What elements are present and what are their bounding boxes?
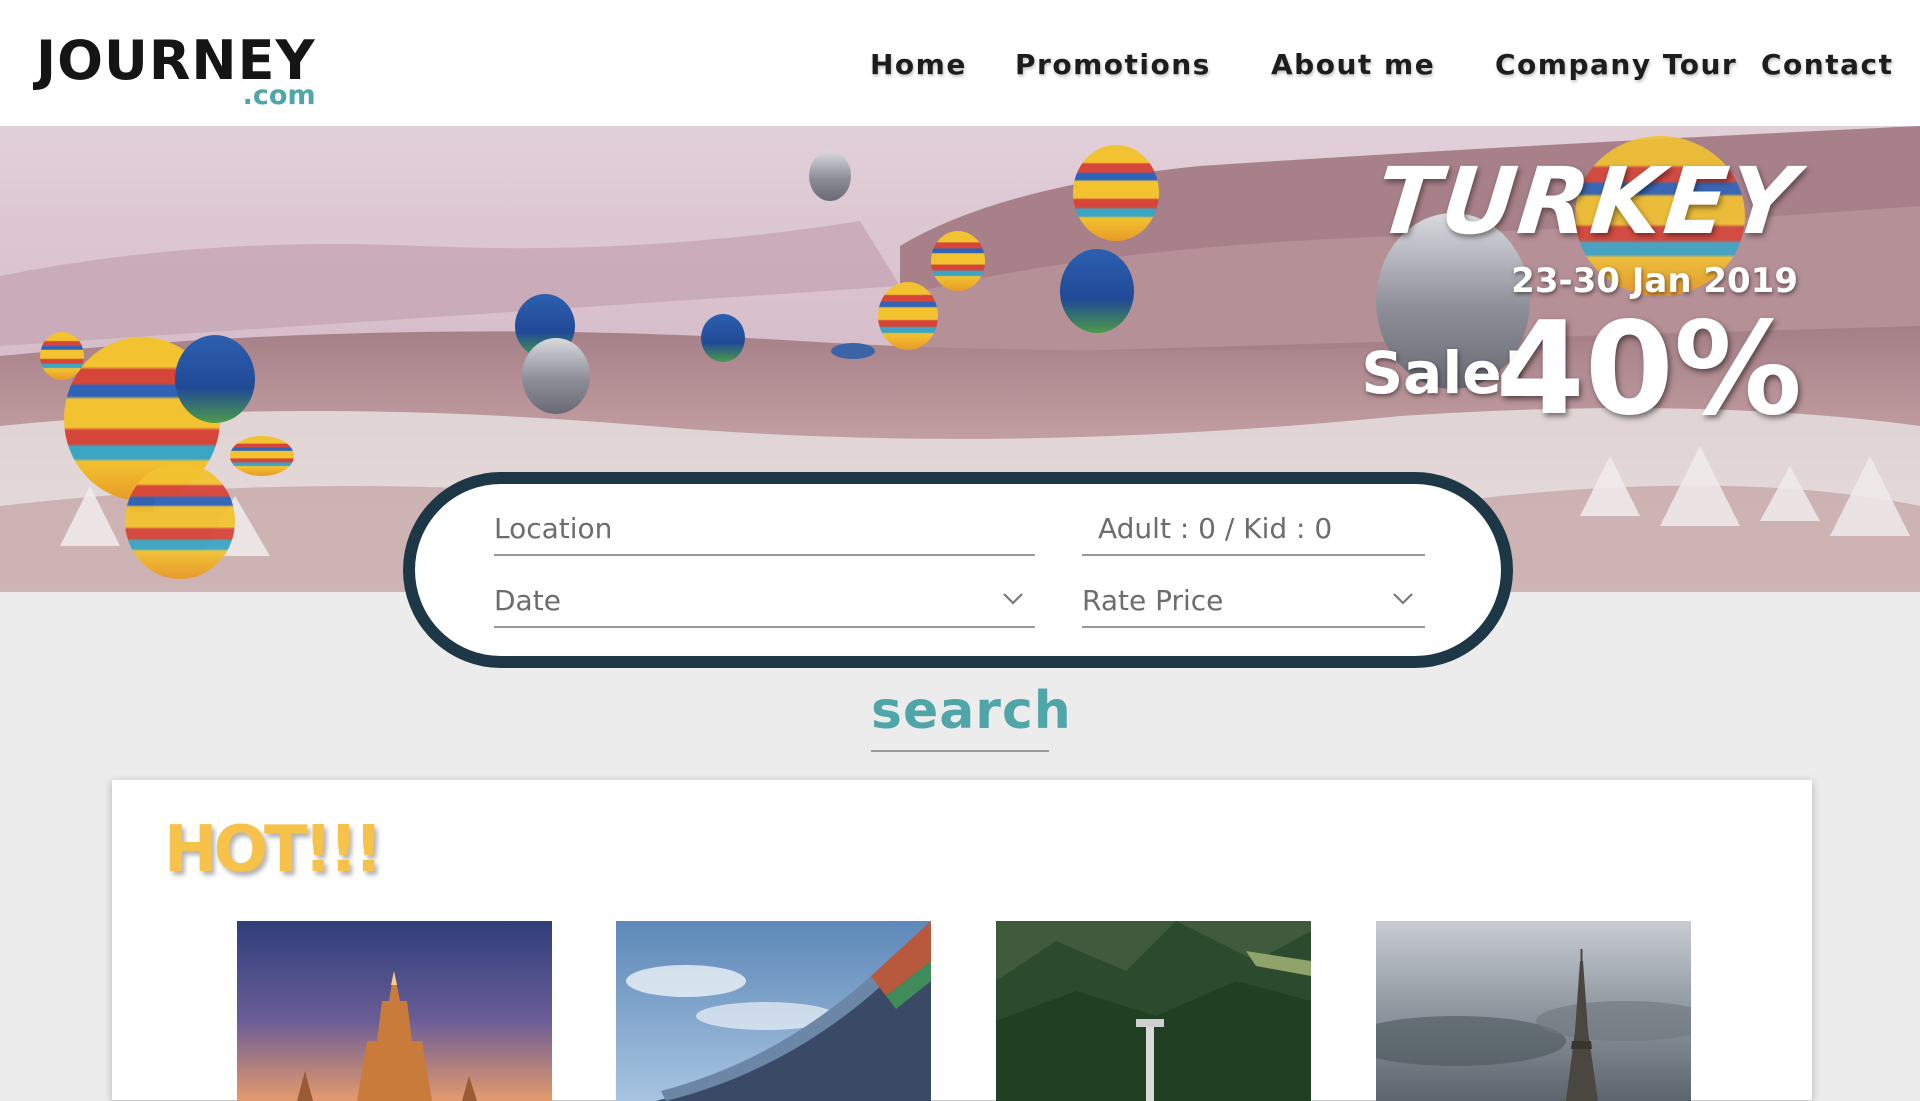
nav-contact[interactable]: Contact [1761, 48, 1893, 81]
nav-promotions[interactable]: Promotions [1015, 48, 1211, 81]
date-select[interactable]: Date [494, 574, 1035, 628]
destination-thumb-eiffel[interactable] [1376, 921, 1691, 1101]
forest-image [996, 921, 1311, 1101]
search-panel: Location Adult : 0 / Kid : 0 Date Rate P… [403, 472, 1513, 668]
destination-thumb-forest[interactable] [996, 921, 1311, 1101]
rate-price-placeholder: Rate Price [1082, 584, 1224, 617]
search-button[interactable]: search [871, 680, 1071, 752]
pagoda-image [616, 921, 931, 1101]
nav-company-tour[interactable]: Company Tour [1495, 48, 1737, 81]
eiffel-tower-image [1376, 921, 1691, 1101]
nav-home[interactable]: Home [870, 48, 967, 81]
temple-image [237, 921, 552, 1101]
promo-dates: 23-30 Jan 2019 [1511, 261, 1798, 301]
destination-thumb-pagoda[interactable] [616, 921, 931, 1101]
promo-destination: TURKEY [1371, 148, 1804, 255]
location-placeholder: Location [494, 512, 613, 545]
site-header: JOURNEY .com Home Promotions About me Co… [0, 0, 1920, 126]
site-logo[interactable]: JOURNEY .com [36, 34, 316, 110]
chevron-down-icon[interactable] [1001, 586, 1025, 610]
nav-about-me[interactable]: About me [1271, 48, 1435, 81]
chevron-down-icon[interactable] [1391, 586, 1415, 610]
rate-price-select[interactable]: Rate Price [1082, 574, 1425, 628]
promo-discount: 40% [1495, 295, 1802, 444]
hot-title: HOT!!! [164, 813, 383, 887]
logo-domain-suffix: .com [242, 80, 316, 111]
guests-value: Adult : 0 / Kid : 0 [1098, 512, 1333, 545]
location-input[interactable]: Location [494, 502, 1035, 556]
destination-thumb-temple[interactable] [237, 921, 552, 1101]
guests-input[interactable]: Adult : 0 / Kid : 0 [1082, 502, 1425, 556]
date-placeholder: Date [494, 584, 561, 617]
hot-deals-section: HOT!!! [112, 780, 1812, 1101]
